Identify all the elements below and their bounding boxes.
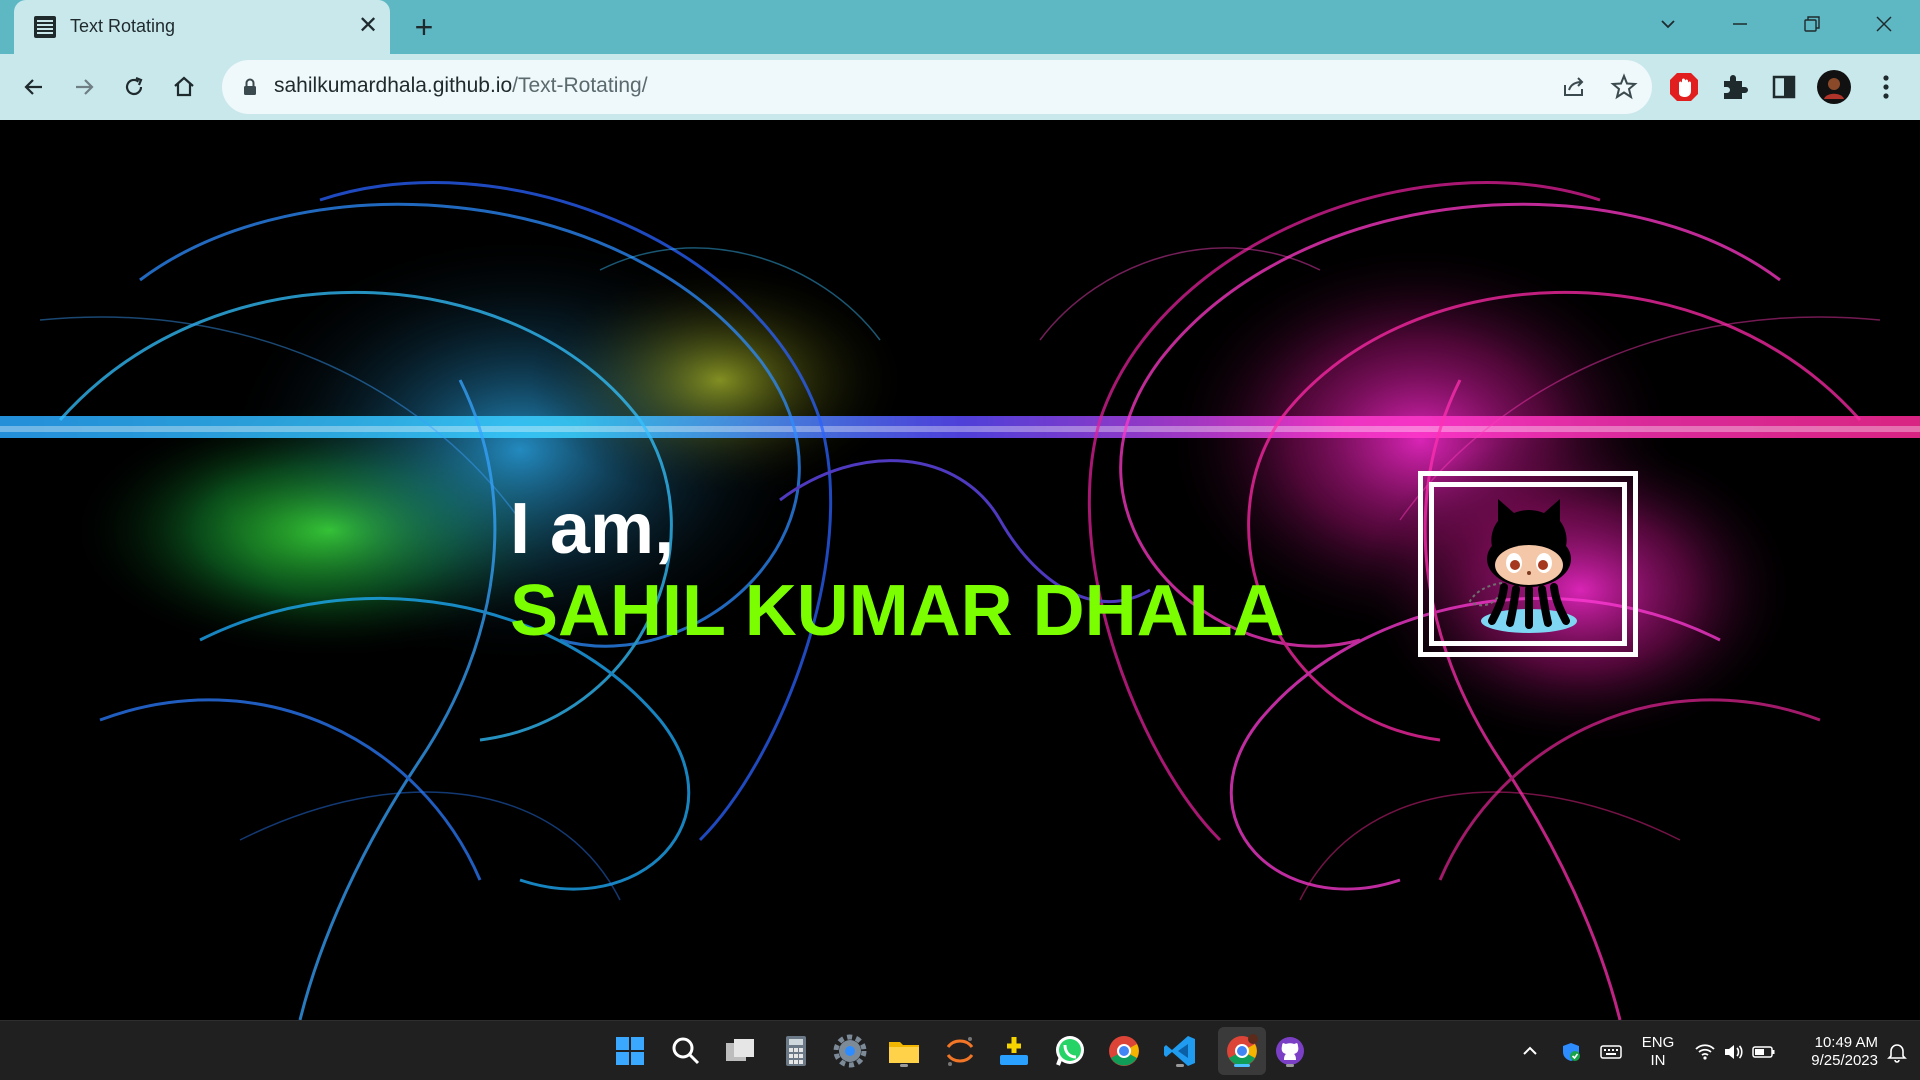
tab-close-icon[interactable]: ✕ <box>354 12 382 40</box>
windows-taskbar: ENG IN 10:49 AM 9/25/2023 <box>0 1020 1920 1080</box>
url-host: sahilkumardhala.github.io <box>274 74 513 97</box>
file-explorer-icon[interactable] <box>886 1033 922 1069</box>
browser-tab[interactable]: Text Rotating ✕ <box>14 0 390 54</box>
vscode-icon[interactable] <box>1162 1033 1198 1069</box>
page-content: I am, SAHIL KUMAR DHALA <box>0 120 1920 1020</box>
search-icon[interactable] <box>668 1033 704 1069</box>
active-indicator <box>1234 1064 1250 1067</box>
browser-toolbar: sahilkumardhala.github.io/Text-Rotating/ <box>0 54 1920 120</box>
touch-keyboard-icon[interactable] <box>1600 1041 1622 1063</box>
chrome-active-icon[interactable] <box>1224 1033 1260 1069</box>
share-icon[interactable] <box>1560 73 1588 101</box>
windows-start-icon[interactable] <box>612 1033 648 1069</box>
page-icon <box>34 16 56 38</box>
tab-strip: Text Rotating ✕ + <box>0 0 1920 54</box>
url-text[interactable]: sahilkumardhala.github.io/Text-Rotating/ <box>274 74 648 98</box>
whatsapp-icon[interactable] <box>1052 1033 1088 1069</box>
back-icon[interactable] <box>14 67 54 107</box>
menu-kebab-icon[interactable] <box>1868 69 1904 105</box>
wifi-icon[interactable] <box>1694 1041 1716 1063</box>
volume-icon[interactable] <box>1722 1041 1744 1063</box>
tab-search-icon[interactable] <box>1646 6 1690 42</box>
new-tab-button[interactable]: + <box>406 10 442 46</box>
region-code: IN <box>1650 1052 1666 1069</box>
running-indicator <box>1286 1064 1294 1067</box>
forward-icon[interactable] <box>64 67 104 107</box>
notification-bell-icon[interactable] <box>1886 1041 1908 1063</box>
jupyter-icon[interactable] <box>942 1033 978 1069</box>
home-icon[interactable] <box>164 67 204 107</box>
intro-text: I am, <box>510 489 675 569</box>
lock-icon[interactable] <box>242 77 258 97</box>
calculator-icon[interactable] <box>778 1033 814 1069</box>
adblock-icon[interactable] <box>1666 69 1702 105</box>
restore-icon[interactable] <box>1790 6 1834 42</box>
minimize-icon[interactable] <box>1718 6 1762 42</box>
extensions-puzzle-icon[interactable] <box>1716 69 1752 105</box>
rotating-name-text: SAHIL KUMAR DHALA <box>510 571 1285 651</box>
github-desktop-icon[interactable] <box>1272 1033 1308 1069</box>
close-window-icon[interactable] <box>1862 6 1906 42</box>
bookmark-star-icon[interactable] <box>1610 73 1638 101</box>
clock[interactable]: 10:49 AM 9/25/2023 <box>1788 1034 1878 1070</box>
clock-time: 10:49 AM <box>1814 1034 1878 1051</box>
side-panel-icon[interactable] <box>1766 69 1802 105</box>
github-octocat-logo <box>1468 499 1577 633</box>
battery-icon[interactable] <box>1752 1041 1776 1063</box>
profile-avatar[interactable] <box>1816 69 1852 105</box>
task-view-icon[interactable] <box>722 1033 758 1069</box>
security-shield-icon[interactable] <box>1560 1041 1582 1063</box>
language-indicator[interactable]: ENG IN <box>1640 1034 1676 1070</box>
clock-date: 9/25/2023 <box>1811 1052 1878 1069</box>
app-installer-icon[interactable] <box>996 1033 1032 1069</box>
reload-icon[interactable] <box>114 67 154 107</box>
logo-frame[interactable] <box>1418 471 1638 657</box>
running-indicator <box>900 1064 908 1067</box>
tab-title: Text Rotating <box>70 16 176 36</box>
show-hidden-icons-icon[interactable] <box>1520 1041 1540 1061</box>
running-indicator <box>1176 1064 1184 1067</box>
url-path: /Text-Rotating/ <box>512 74 648 97</box>
language-code: ENG <box>1641 1034 1675 1051</box>
settings-icon[interactable] <box>832 1033 868 1069</box>
chrome-icon[interactable] <box>1106 1033 1142 1069</box>
logo-inner-frame <box>1429 482 1627 646</box>
address-bar[interactable]: sahilkumardhala.github.io/Text-Rotating/ <box>222 60 1652 114</box>
